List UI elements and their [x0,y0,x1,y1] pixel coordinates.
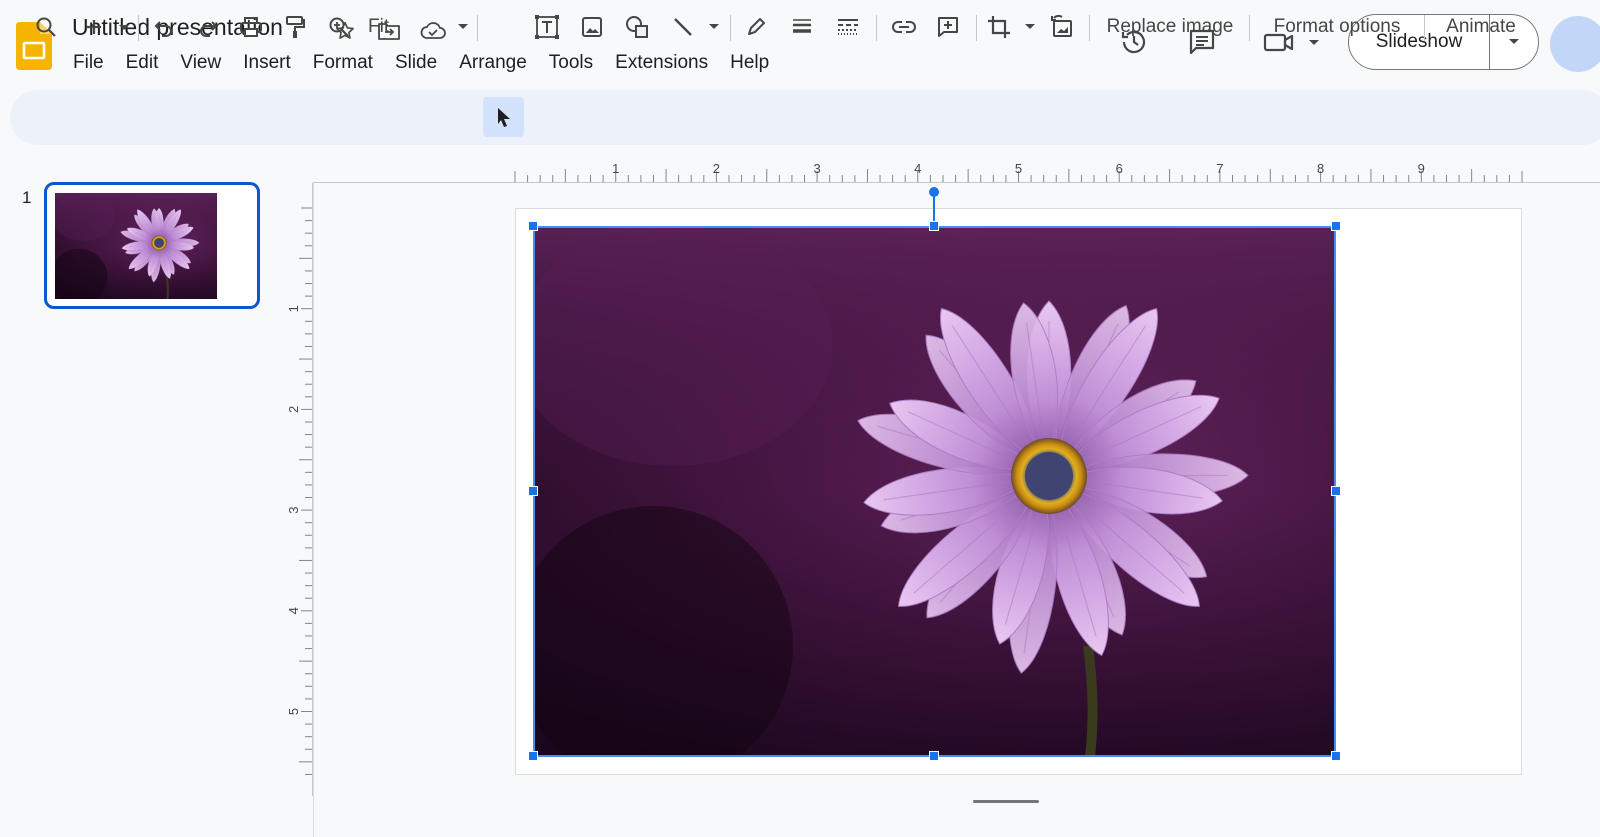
slide-number: 1 [22,188,32,207]
ruler-label: 1 [286,305,301,312]
menu-format[interactable]: Format [302,50,384,76]
ruler-label: 5 [286,708,301,715]
ruler-label: 5 [1015,161,1022,176]
resize-handle-top-left[interactable] [528,221,538,231]
zoom-select[interactable]: Fit [362,10,470,44]
border-dash-icon[interactable] [832,10,864,44]
menu-file[interactable]: File [62,50,115,76]
crop-image-button[interactable] [986,10,1040,44]
thumbnail-flower-image [55,193,217,299]
toolbar-divider [138,15,139,41]
text-box-icon[interactable] [531,10,563,44]
menu-bar: File Edit View Insert Format Slide Arran… [62,50,780,76]
toolbar [10,90,1600,145]
resize-handle-bottom[interactable] [929,751,939,761]
flower-image[interactable] [533,226,1336,757]
ruler-label: 8 [1317,161,1324,176]
resize-handle-top-right[interactable] [1331,221,1341,231]
zoom-value: Fit [368,16,390,37]
slide-thumbnail[interactable] [44,182,260,309]
format-options-button[interactable]: Format options [1260,10,1414,44]
paint-format-icon[interactable] [279,10,311,44]
plus-icon [87,20,129,34]
toolbar-divider [1089,15,1090,41]
menu-edit[interactable]: Edit [115,50,170,76]
menu-tools[interactable]: Tools [538,50,604,76]
vertical-ruler: 1 2 3 4 5 [285,183,313,796]
ruler-label: 4 [914,161,921,176]
replace-image-button[interactable]: Replace image [1098,10,1242,44]
ruler-label: 1 [612,161,619,176]
shape-icon[interactable] [621,10,655,44]
horizontal-ruler: 1 2 3 4 5 6 7 8 9 [313,155,1600,183]
ruler-label: 3 [286,506,301,513]
menu-insert[interactable]: Insert [232,50,302,76]
ruler-label: 4 [286,607,301,614]
toolbar-divider [730,15,731,41]
animate-label: Animate [1446,16,1516,37]
line-icon [674,18,719,36]
menu-view[interactable]: View [169,50,232,76]
toolbar-divider [477,15,478,41]
print-icon[interactable] [235,10,267,44]
resize-handle-bottom-left[interactable] [528,751,538,761]
ruler-label: 9 [1418,161,1425,176]
menu-arrange[interactable]: Arrange [448,50,538,76]
insert-link-icon[interactable] [888,10,920,44]
crop-icon [988,16,1035,38]
menu-extensions[interactable]: Extensions [604,50,719,76]
new-slide-button[interactable] [78,10,134,44]
resize-handle-right[interactable] [1331,486,1341,496]
search-menus-icon[interactable] [30,10,62,44]
avatar[interactable] [1550,16,1600,72]
select-tool-icon[interactable] [483,97,524,137]
insert-image-icon[interactable] [576,10,608,44]
redo-icon[interactable] [192,10,224,44]
menu-help[interactable]: Help [719,50,780,76]
add-comment-icon[interactable] [932,10,964,44]
ruler-label: 7 [1216,161,1223,176]
rotation-handle[interactable] [929,187,939,197]
reset-image-icon[interactable] [1046,10,1078,44]
toolbar-divider [1424,15,1425,41]
zoom-icon[interactable] [323,10,355,44]
toolbar-divider [976,15,977,41]
resize-handle-top[interactable] [929,221,939,231]
menu-slide[interactable]: Slide [384,50,448,76]
line-tool-button[interactable] [668,10,724,44]
toolbar-divider [876,15,877,41]
format-options-label: Format options [1273,16,1401,37]
ruler-label: 2 [286,406,301,413]
border-color-icon[interactable] [740,10,772,44]
ruler-label: 2 [713,161,720,176]
resize-handle-bottom-right[interactable] [1331,751,1341,761]
ruler-label: 3 [813,161,820,176]
speaker-notes-drag-handle[interactable] [973,800,1039,803]
replace-image-label: Replace image [1106,16,1234,37]
undo-icon[interactable] [148,10,180,44]
border-weight-icon[interactable] [786,10,818,44]
animate-button[interactable]: Animate [1436,10,1526,44]
resize-handle-left[interactable] [528,486,538,496]
ruler-label: 6 [1116,161,1123,176]
toolbar-divider [1249,15,1250,41]
chevron-down-icon [458,24,468,29]
